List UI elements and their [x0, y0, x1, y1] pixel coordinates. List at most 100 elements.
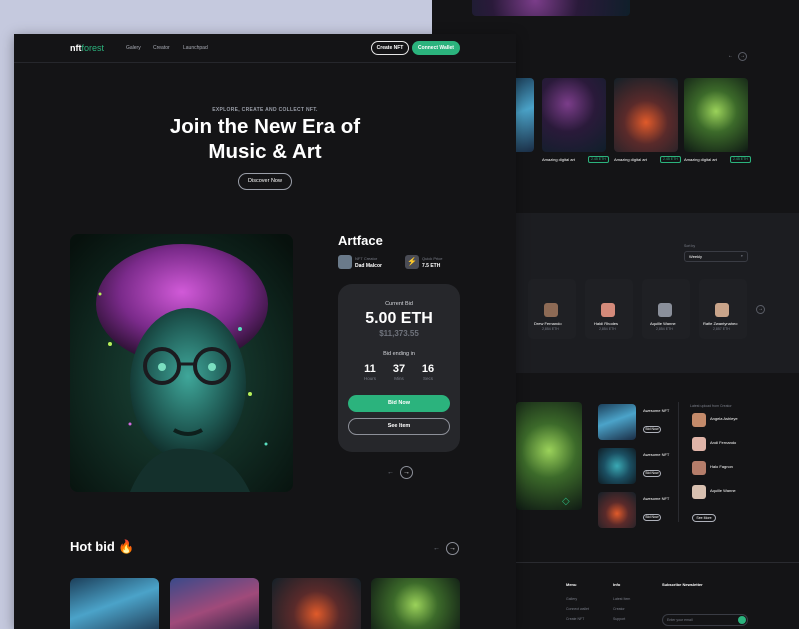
creator-card[interactable]: Haldi Rhodes 2,854 ETH	[585, 279, 633, 339]
back-next-arrow[interactable]: →	[738, 52, 747, 61]
avatar	[601, 303, 615, 317]
creator-card[interactable]: Aquille Wanne 2,854 ETH	[642, 279, 690, 339]
artwork-title: Artface	[338, 233, 383, 248]
awesome-nft-title: Awesome NFT	[643, 496, 670, 501]
nav-link-launchpad[interactable]: Launchpad	[183, 45, 208, 51]
card-price-badge: 2.45 ETH	[730, 156, 751, 163]
footer-link[interactable]: Support	[613, 617, 625, 621]
awesome-nft-thumb[interactable]	[598, 492, 636, 528]
diamond-icon: ◇	[562, 496, 570, 507]
nav-divider	[14, 62, 516, 63]
featured-prev-arrow[interactable]: ←	[384, 466, 397, 479]
awesome-nft-title: Awesome NFT	[643, 452, 670, 457]
connect-wallet-button[interactable]: Connect Wallet	[412, 41, 460, 55]
awesome-bid-button[interactable]: Bid Now	[643, 426, 661, 433]
footer-link[interactable]: Connect wallet	[566, 607, 589, 611]
logo-text: nft	[70, 43, 82, 53]
creator-name: Haldi Rhodes	[594, 321, 619, 326]
hero-title-line: Join the New Era of	[169, 115, 361, 138]
bid-ending-label: Bid ending in	[383, 351, 415, 357]
sort-dropdown[interactable]: Weekly ▾	[684, 251, 748, 262]
creators-next-arrow[interactable]: →	[756, 305, 765, 314]
footer-heading-info: Info	[613, 582, 621, 587]
creator-name[interactable]: Dad Malcor	[355, 263, 382, 269]
creator-label: NFT Creator	[355, 256, 378, 261]
discover-now-button[interactable]: Discover Now	[238, 173, 292, 190]
card-title: Amazing digital art	[684, 157, 717, 162]
countdown-mins-unit: Mins	[394, 376, 404, 381]
hot-bid-title: Hot bid 🔥	[70, 539, 135, 554]
avatar	[692, 437, 706, 451]
bid-card: Current Bid 5.00 ETH $11,373.55 Bid endi…	[338, 284, 460, 452]
hot-bid-card-image[interactable]	[70, 578, 159, 629]
collection-card-image[interactable]	[614, 78, 678, 152]
quick-price-label: Quick Price	[422, 256, 443, 261]
collection-card-image[interactable]	[542, 78, 606, 152]
hot-bid-next-arrow[interactable]: →	[446, 542, 459, 555]
nav-link-gallery[interactable]: Galery	[126, 45, 141, 51]
creator-avatar[interactable]	[338, 255, 352, 269]
creator-name: Drew Fernando	[534, 321, 562, 326]
lightning-icon: ⚡	[405, 255, 419, 269]
latest-creator-name: Aquille Wanne	[710, 488, 736, 493]
footer-heading-menu: Menu	[566, 582, 577, 587]
latest-creator-name: Andi Fernando	[710, 440, 737, 445]
awesome-bid-button[interactable]: Bid Now	[643, 514, 661, 521]
countdown-secs-unit: Secs	[422, 376, 433, 381]
hero-title: Join the New Era of Music & Art	[14, 114, 516, 164]
newsletter-submit-button[interactable]	[738, 616, 746, 624]
countdown-hours: 11	[364, 363, 376, 375]
footer-link[interactable]: Create NFT	[566, 617, 584, 621]
countdown-mins: 37	[392, 363, 406, 375]
avatar	[544, 303, 558, 317]
footer-link[interactable]: Gallery	[566, 597, 577, 601]
latest-creator-name: Halo Fagnon	[710, 464, 733, 469]
awesome-nft-thumb[interactable]	[598, 404, 636, 440]
awesome-nft-thumb[interactable]	[598, 448, 636, 484]
back-prev-arrow[interactable]: ←	[726, 52, 735, 61]
newsletter-email-input[interactable]: Enter your email	[662, 614, 748, 626]
latest-upload-label: Latest upload from Creator	[690, 404, 732, 408]
creator-name: Aquille Wanne	[650, 321, 676, 326]
awesome-nft-title: Awesome NFT	[643, 408, 670, 413]
create-nft-button[interactable]: Create NFT	[371, 41, 409, 55]
avatar	[692, 413, 706, 427]
hot-bid-prev-arrow[interactable]: ←	[430, 542, 443, 555]
card-title: Amazing digital art	[614, 157, 647, 162]
hot-bid-card-image[interactable]	[272, 578, 361, 629]
footer-link[interactable]: Latest Item	[613, 597, 630, 601]
featured-next-arrow[interactable]: →	[400, 466, 413, 479]
hot-bid-card-image[interactable]	[170, 578, 259, 629]
nav-link-creator[interactable]: Creator	[153, 45, 170, 51]
top-banner-image	[472, 0, 630, 16]
card-price-badge: 2.45 ETH	[660, 156, 681, 163]
hero-kicker: EXPLORE, CREATE AND COLLECT NFT.	[212, 107, 318, 113]
hot-bid-card-image[interactable]	[371, 578, 460, 629]
current-bid-usd: $11,373.55	[379, 329, 419, 338]
divider	[678, 402, 679, 522]
collection-card-image[interactable]	[684, 78, 748, 152]
creator-name: Rafie Zwantynaheo	[703, 321, 738, 326]
footer-link[interactable]: Creator	[613, 607, 625, 611]
hero-title-line: Music & Art	[208, 140, 322, 163]
avatar	[715, 303, 729, 317]
countdown-secs: 16	[421, 363, 435, 375]
creator-card[interactable]: Rafie Zwantynaheo 2,857 ETH	[699, 279, 747, 339]
bid-now-button[interactable]: Bid Now	[348, 395, 450, 412]
chevron-down-icon: ▾	[741, 254, 743, 258]
sort-dropdown-value: Weekly	[689, 254, 703, 259]
avatar	[658, 303, 672, 317]
main-page: nftforest Galery Creator Launchpad Creat…	[14, 34, 516, 629]
see-item-button[interactable]: See Item	[348, 418, 450, 435]
current-bid-eth: 5.00 ETH	[365, 310, 433, 327]
logo[interactable]: nftforest	[70, 43, 104, 53]
featured-portrait-image	[516, 402, 582, 510]
card-title: Amazing digital art	[542, 157, 575, 162]
portrait-illustration	[70, 234, 293, 492]
creator-card[interactable]: Drew Fernando 2,854 ETH	[528, 279, 576, 339]
creator-eth: 2,854 ETH	[656, 327, 673, 331]
featured-art-image[interactable]	[70, 234, 293, 492]
awesome-bid-button[interactable]: Bid Now	[643, 470, 661, 477]
see-more-button[interactable]: See More	[692, 514, 716, 522]
logo-text-accent: forest	[81, 43, 105, 53]
